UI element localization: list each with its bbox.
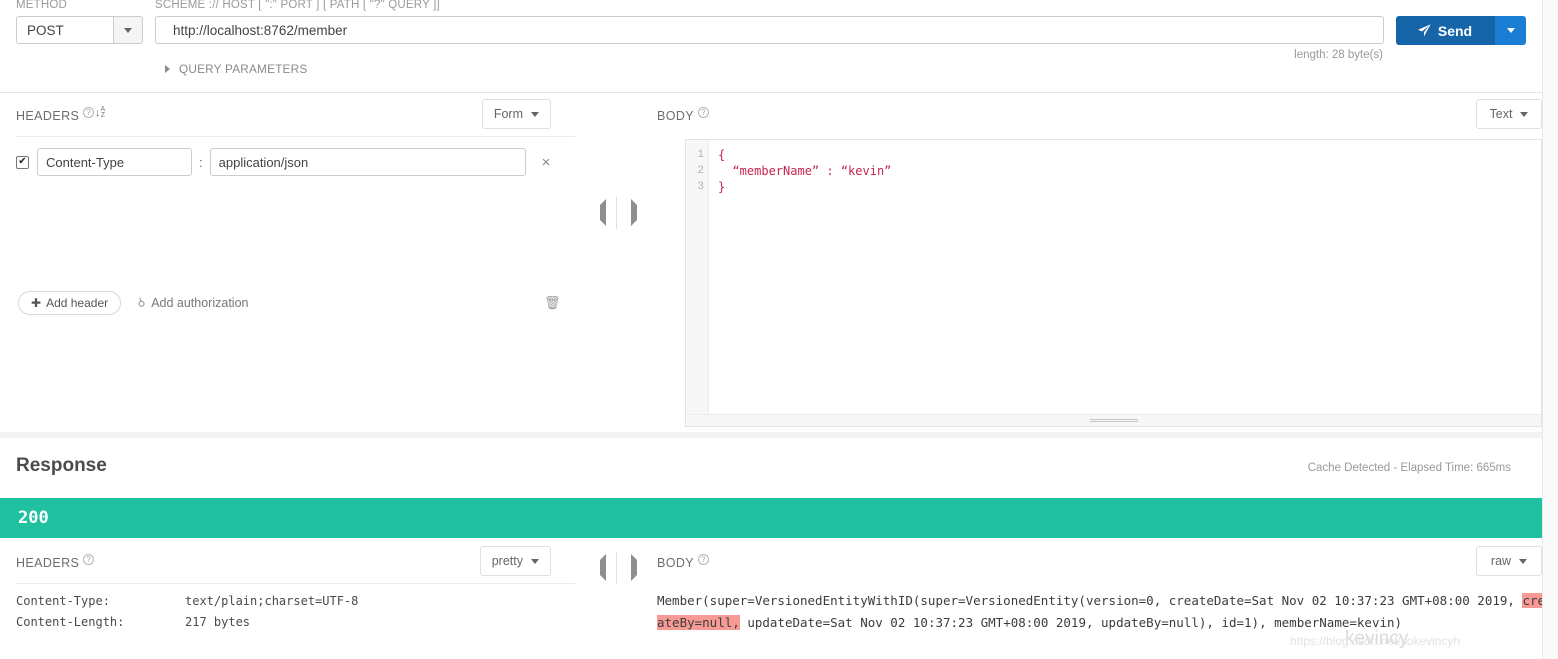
response-body-format-select[interactable]: raw xyxy=(1476,546,1542,576)
send-button-main[interactable]: Send xyxy=(1396,16,1494,45)
response-header-row: Content-Length: 217 bytes xyxy=(16,612,358,633)
request-headers-title: HEADERS? xyxy=(16,107,95,124)
add-authorization-label: Add authorization xyxy=(151,296,249,310)
key-icon: ☌ xyxy=(133,295,149,311)
send-options-dropdown[interactable] xyxy=(1494,16,1526,45)
response-body-title: BODY? xyxy=(657,554,710,571)
header-value-input[interactable]: application/json xyxy=(209,148,526,176)
response-pane-divider xyxy=(616,552,617,584)
response-header-value: 217 bytes xyxy=(185,615,251,629)
request-headers-pane: HEADERS? ↓AZ Form Content-Type : applica… xyxy=(0,93,591,424)
request-headers-title-text: HEADERS xyxy=(16,109,80,124)
editor-body: 1 2 3 { “memberName” : “kevin” } xyxy=(686,140,1541,414)
send-button[interactable]: Send xyxy=(1396,16,1526,45)
response-headers-list: Content-Type: text/plain;charset=UTF-8 C… xyxy=(16,591,358,633)
collapse-response-headers-button[interactable] xyxy=(600,554,612,581)
response-body-before: Member(super=VersionedEntityWithID(super… xyxy=(657,593,1523,608)
question-circle-icon[interactable]: ? xyxy=(83,107,95,118)
request-body-format-value: Text xyxy=(1489,107,1513,121)
request-body-pane: BODY? Text 1 2 3 { “memberName” : “kevin… xyxy=(620,93,1558,451)
add-authorization-button[interactable]: ☌ Add authorization xyxy=(133,295,249,311)
chevron-down-icon xyxy=(1520,111,1529,117)
chevron-down-icon xyxy=(531,558,539,564)
method-dropdown-arrow[interactable] xyxy=(113,17,142,43)
plus-icon: ✚ xyxy=(31,296,42,310)
divider xyxy=(16,583,575,584)
request-body-header: BODY? Text xyxy=(620,93,1558,137)
request-bar: METHOD SCHEME :// HOST [ ":" PORT ] [ PA… xyxy=(0,0,1558,92)
response-headers-pane: HEADERS? pretty Content-Type: text/plain… xyxy=(0,538,591,659)
question-circle-icon[interactable]: ? xyxy=(83,554,95,565)
paper-plane-icon xyxy=(1417,24,1431,37)
header-key-input[interactable]: Content-Type xyxy=(37,148,192,176)
status-code: 200 xyxy=(18,508,49,528)
request-headers-header: HEADERS? ↓A Z Form xyxy=(0,93,591,137)
query-parameters-toggle[interactable]: QUERY PARAMETERS xyxy=(165,62,307,76)
response-headers-format-select[interactable]: pretty xyxy=(479,546,551,576)
response-body-pane: BODY? raw Member(super=VersionedEntityWi… xyxy=(620,538,1558,659)
method-value: POST xyxy=(27,22,64,38)
request-body-editor[interactable]: 1 2 3 { “memberName” : “kevin” } xyxy=(685,139,1542,427)
editor-resize-handle[interactable] xyxy=(686,414,1541,426)
chevron-down-icon xyxy=(1519,558,1528,564)
url-label: SCHEME :// HOST [ ":" PORT ] [ PATH [ "?… xyxy=(155,0,440,11)
delete-all-headers-button[interactable]: 🗑 xyxy=(544,295,561,311)
response-header: Response Cache Detected - Elapsed Time: … xyxy=(0,438,1558,498)
right-scroll-edge[interactable] xyxy=(1542,0,1558,659)
chevron-down-icon xyxy=(1506,28,1515,33)
line-number-gutter: 1 2 3 xyxy=(686,140,709,414)
response-section: Response Cache Detected - Elapsed Time: … xyxy=(0,432,1558,659)
triangle-left-icon xyxy=(600,199,606,226)
response-body-title-text: BODY xyxy=(657,556,695,571)
method-label: METHOD xyxy=(16,0,68,11)
sort-alpha-icon[interactable]: ↓A Z xyxy=(95,106,105,119)
collapse-headers-pane-button[interactable] xyxy=(600,199,612,226)
response-header-key: Content-Type: xyxy=(16,594,110,608)
request-body-title-text: BODY xyxy=(657,109,695,124)
header-colon: : xyxy=(199,154,203,170)
method-select[interactable]: POST xyxy=(16,16,143,44)
response-body-header: BODY? raw xyxy=(620,538,1558,582)
pane-divider xyxy=(616,197,617,229)
rest-client-window: METHOD SCHEME :// HOST [ ":" PORT ] [ PA… xyxy=(0,0,1558,659)
response-status-bar: 200 xyxy=(0,498,1542,538)
response-headers-title: HEADERS? xyxy=(16,554,95,571)
chevron-down-icon xyxy=(124,27,132,33)
divider xyxy=(16,136,575,137)
response-body-after: updateDate=Sat Nov 02 10:37:23 GMT+08:00… xyxy=(739,615,1403,630)
response-header-row: Content-Type: text/plain;charset=UTF-8 xyxy=(16,591,358,612)
response-headers-format-value: pretty xyxy=(491,554,523,568)
response-header-key: Content-Length: xyxy=(16,615,125,629)
request-body-title: BODY? xyxy=(657,107,710,124)
remove-header-button[interactable]: × xyxy=(542,155,551,170)
request-panes: HEADERS? ↓AZ Form Content-Type : applica… xyxy=(0,92,1558,451)
triangle-left-icon xyxy=(600,554,606,581)
request-body-format-select[interactable]: Text xyxy=(1476,99,1542,129)
response-headers-title-text: HEADERS xyxy=(16,556,80,571)
response-body-content[interactable]: Member(super=VersionedEntityWithID(super… xyxy=(657,590,1552,634)
header-actions: ✚ Add header ☌ Add authorization xyxy=(18,291,248,315)
add-header-button[interactable]: ✚ Add header xyxy=(18,291,122,315)
response-header-value: text/plain;charset=UTF-8 xyxy=(185,594,359,608)
question-circle-icon[interactable]: ? xyxy=(698,554,710,565)
response-headers-header: HEADERS? pretty xyxy=(0,538,591,584)
grip-lines-icon xyxy=(1089,417,1138,424)
send-label: Send xyxy=(1437,22,1473,39)
request-body-code[interactable]: { “memberName” : “kevin” } xyxy=(709,140,1541,414)
response-panes: HEADERS? pretty Content-Type: text/plain… xyxy=(0,538,1558,659)
response-body-format-value: raw xyxy=(1490,554,1512,568)
header-row: Content-Type : application/json × xyxy=(16,148,550,176)
chevron-down-icon xyxy=(531,111,539,117)
response-title: Response xyxy=(16,455,107,476)
request-headers-format-select[interactable]: Form xyxy=(481,99,551,129)
add-header-label: Add header xyxy=(46,296,109,310)
request-headers-format-value: Form xyxy=(493,107,523,121)
header-enabled-checkbox[interactable] xyxy=(16,155,29,169)
question-circle-icon[interactable]: ? xyxy=(698,107,710,118)
response-meta: Cache Detected - Elapsed Time: 665ms xyxy=(1307,462,1511,474)
chevron-right-icon xyxy=(165,65,170,73)
url-input[interactable]: http://localhost:8762/member xyxy=(155,16,1384,44)
request-length-note: length: 28 byte(s) xyxy=(1294,49,1383,61)
query-parameters-label: QUERY PARAMETERS xyxy=(179,62,308,76)
